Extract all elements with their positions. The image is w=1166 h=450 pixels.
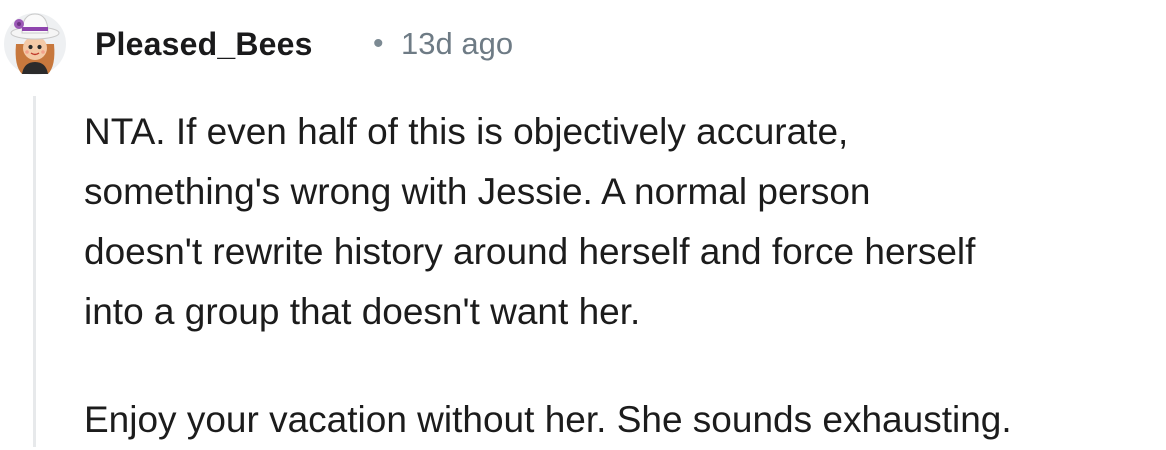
comment-text-line: NTA. If even half of this is objectively… — [84, 111, 849, 152]
thread-collapse-line[interactable] — [33, 96, 36, 447]
snoo-avatar-with-hat-icon — [4, 13, 66, 75]
author-username[interactable]: Pleased_Bees — [95, 24, 313, 64]
comment-paragraph: Enjoy your vacation without her. She sou… — [84, 390, 1166, 450]
avatar[interactable] — [2, 4, 68, 76]
comment: Pleased_Bees • 13d ago NTA. If even half… — [0, 0, 1166, 447]
comment-timestamp[interactable]: 13d ago — [401, 24, 513, 64]
comment-header: Pleased_Bees • 13d ago — [0, 0, 1166, 90]
comment-paragraph: NTA. If even half of this is objectively… — [84, 102, 1166, 342]
comment-body: NTA. If even half of this is objectively… — [84, 102, 1166, 450]
comment-text-line: Enjoy your vacation without her. She sou… — [84, 399, 1012, 440]
meta-separator: • — [373, 27, 384, 60]
comment-text-line: something's wrong with Jessie. A normal … — [84, 171, 871, 212]
comment-text-line: into a group that doesn't want her. — [84, 291, 641, 332]
comment-text-line: doesn't rewrite history around herself a… — [84, 231, 976, 272]
